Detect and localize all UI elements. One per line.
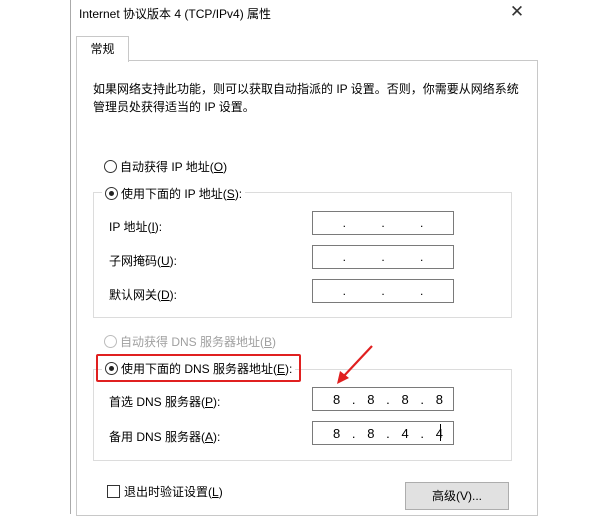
manual-ip-label: 使用下面的 IP 地址(S): xyxy=(121,186,243,201)
auto-dns-radio[interactable] xyxy=(104,334,117,348)
preferred-dns-label: 首选 DNS 服务器(P): xyxy=(109,395,221,409)
octet: 8 xyxy=(367,391,375,407)
manual-ip-radio-option[interactable]: 使用下面的 IP 地址(S): xyxy=(102,184,246,202)
ip-separator: . xyxy=(381,250,385,264)
auto-dns-label: 自动获得 DNS 服务器地址(B) xyxy=(120,334,277,349)
auto-dns-radio-option[interactable]: 自动获得 DNS 服务器地址(B) xyxy=(104,332,276,350)
dns-group-box xyxy=(93,369,512,461)
advanced-button[interactable]: 高级(V)... xyxy=(405,482,509,510)
ip-separator: . xyxy=(342,250,346,264)
ip-separator: . xyxy=(386,425,390,441)
octet: 4 xyxy=(401,425,409,441)
alternate-dns-label: 备用 DNS 服务器(A): xyxy=(109,430,221,444)
ip-separator: . xyxy=(420,391,425,407)
validate-settings-checkbox-option[interactable]: 退出时验证设置(L) xyxy=(107,482,223,500)
text-caret xyxy=(440,424,441,441)
ip-separator: . xyxy=(381,284,385,298)
ip-separator: . xyxy=(342,216,346,230)
alternate-dns-input[interactable]: 8 . 8 . 4 . 4 xyxy=(312,421,454,445)
description-text: 如果网络支持此功能，则可以获取自动指派的 IP 设置。否则，你需要从网络系统管理… xyxy=(93,82,519,114)
subnet-mask-input[interactable]: . . . xyxy=(312,245,454,269)
ip-separator: . xyxy=(419,250,424,264)
octet: 8 xyxy=(333,425,341,441)
close-icon[interactable]: ✕ xyxy=(505,2,529,22)
auto-ip-label: 自动获得 IP 地址(O) xyxy=(120,159,228,174)
window-title: Internet 协议版本 4 (TCP/IPv4) 属性 xyxy=(79,7,272,21)
preferred-dns-input[interactable]: 8 . 8 . 8 . 8 xyxy=(312,387,454,411)
subnet-mask-label: 子网掩码(U): xyxy=(109,254,178,268)
annotation-highlight-box xyxy=(96,354,301,382)
ip-separator: . xyxy=(420,425,425,441)
ip-separator: . xyxy=(419,284,424,298)
manual-ip-radio[interactable] xyxy=(105,186,118,200)
ip-address-input[interactable]: . . . xyxy=(312,211,454,235)
octet: 8 xyxy=(367,425,375,441)
ip-separator: . xyxy=(342,284,346,298)
default-gateway-label: 默认网关(D): xyxy=(109,288,178,302)
auto-ip-radio-option[interactable]: 自动获得 IP 地址(O) xyxy=(104,157,227,175)
tab-general[interactable]: 常规 xyxy=(76,36,129,62)
validate-settings-checkbox[interactable] xyxy=(107,484,120,498)
octet: 8 xyxy=(333,391,341,407)
ip-separator: . xyxy=(351,391,356,407)
annotation-arrow-icon xyxy=(337,345,373,384)
ip-separator: . xyxy=(351,425,356,441)
ip-address-label: IP 地址(I): xyxy=(109,220,163,234)
default-gateway-input[interactable]: . . . xyxy=(312,279,454,303)
validate-settings-label: 退出时验证设置(L) xyxy=(124,484,223,499)
octet: 8 xyxy=(401,391,409,407)
ip-separator: . xyxy=(419,216,424,230)
ip-separator: . xyxy=(381,216,385,230)
ip-separator: . xyxy=(386,391,390,407)
auto-ip-radio[interactable] xyxy=(104,159,117,173)
octet: 8 xyxy=(435,391,443,407)
